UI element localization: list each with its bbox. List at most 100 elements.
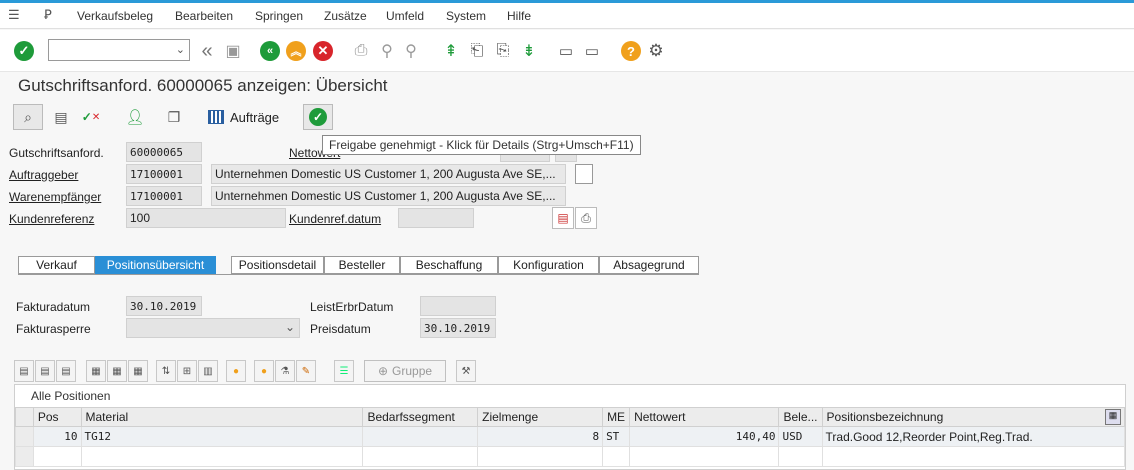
column-header-positionsbezeichnung[interactable]: Positionsbezeichnung bbox=[821, 407, 1126, 427]
auftraggeber-doc-icon[interactable] bbox=[575, 164, 593, 184]
column-header-zielmenge[interactable]: Zielmenge bbox=[477, 407, 604, 427]
column-header-bedarfssegment[interactable]: Bedarfssegment bbox=[362, 407, 479, 427]
sap-p-icon[interactable]: Ꝑ bbox=[44, 7, 52, 23]
gutschrift-field[interactable]: 60000065 bbox=[126, 142, 202, 162]
empty-cell[interactable] bbox=[362, 446, 479, 467]
menu-verkaufsbeleg[interactable]: Verkaufsbeleg bbox=[77, 9, 153, 23]
edit-icon[interactable]: ✎ bbox=[296, 360, 316, 382]
first-page-icon[interactable]: ⇞ bbox=[440, 40, 462, 62]
item-details-icon[interactable]: ▤ bbox=[14, 360, 34, 382]
column-header-pos[interactable]: Pos bbox=[32, 407, 82, 427]
tab-absagegrund[interactable]: Absagegrund bbox=[599, 256, 699, 274]
back-arrow-icon[interactable]: « bbox=[196, 40, 218, 62]
find-icon[interactable]: ⚲ bbox=[376, 40, 398, 62]
cell-beleg[interactable]: USD bbox=[778, 426, 823, 447]
column-header-material[interactable]: Material bbox=[80, 407, 364, 427]
tools-icon[interactable]: ⚒ bbox=[456, 360, 476, 382]
new-session-icon[interactable]: ▭ bbox=[555, 40, 577, 62]
tab-positionsdetail[interactable]: Positionsdetail bbox=[231, 256, 324, 274]
leisterbrdatum-field[interactable] bbox=[420, 296, 496, 316]
empty-cell[interactable] bbox=[629, 446, 780, 467]
select-block-icon[interactable]: ▦ bbox=[128, 360, 148, 382]
menu-hilfe[interactable]: Hilfe bbox=[507, 9, 531, 23]
auftraege-button[interactable]: Aufträge bbox=[208, 104, 298, 130]
empty-cell[interactable] bbox=[477, 446, 604, 467]
release-status-button[interactable]: ✓ bbox=[303, 104, 333, 130]
tab-beschaffung[interactable]: Beschaffung bbox=[400, 256, 498, 274]
settings-icon[interactable]: ⚙ bbox=[645, 40, 667, 62]
command-field[interactable]: ⌄ bbox=[48, 39, 190, 61]
select-all-icon[interactable]: ▦ bbox=[86, 360, 106, 382]
menu-icon[interactable]: ☰ bbox=[8, 7, 20, 23]
preisdatum-field[interactable]: 30.10.2019 bbox=[420, 318, 496, 338]
auftraggeber-field[interactable]: 17100001 bbox=[126, 164, 202, 184]
sort-icon[interactable]: ⇅ bbox=[156, 360, 176, 382]
cancel-icon[interactable]: ✕ bbox=[312, 40, 334, 62]
kundenrefdatum-field[interactable] bbox=[398, 208, 474, 228]
menu-umfeld[interactable]: Umfeld bbox=[386, 9, 424, 23]
table-settings-icon[interactable]: ▦ bbox=[1105, 409, 1121, 425]
empty-cell[interactable] bbox=[821, 446, 1126, 467]
cell-zielmenge[interactable]: 8 bbox=[477, 426, 604, 447]
delete-row-icon[interactable]: ▤ bbox=[56, 360, 76, 382]
find-next-icon[interactable]: ⚲ bbox=[400, 40, 422, 62]
insert-row-icon[interactable]: ▤ bbox=[35, 360, 55, 382]
pricing-icon[interactable]: ● bbox=[254, 360, 274, 382]
row-selector-header[interactable] bbox=[15, 407, 34, 427]
column-header-me[interactable]: ME bbox=[602, 407, 631, 427]
empty-cell[interactable] bbox=[778, 446, 823, 467]
print-preview-icon[interactable]: ⎙ bbox=[575, 207, 597, 229]
empty-cell[interactable] bbox=[80, 446, 364, 467]
fakturasperre-select[interactable]: ⌄ bbox=[126, 318, 300, 338]
cell-nettowert[interactable]: 140,40 bbox=[629, 426, 780, 447]
tab-besteller[interactable]: Besteller bbox=[324, 256, 400, 274]
check-item-button[interactable]: ✓ ✕ bbox=[80, 104, 102, 130]
tab-konfiguration[interactable]: Konfiguration bbox=[498, 256, 599, 274]
customer-po-icon[interactable]: ▤ bbox=[552, 207, 574, 229]
last-page-icon[interactable]: ⇟ bbox=[518, 40, 540, 62]
menu-zusaetze[interactable]: Zusätze bbox=[324, 9, 367, 23]
print-icon[interactable]: ⎙ bbox=[350, 40, 372, 62]
tab-positionsuebersicht[interactable]: Positionsübersicht bbox=[95, 256, 216, 275]
menu-springen[interactable]: Springen bbox=[255, 9, 303, 23]
chevron-down-icon[interactable]: ⌄ bbox=[176, 43, 185, 56]
availability-icon[interactable]: ● bbox=[226, 360, 246, 382]
document-header-button[interactable]: ▤ bbox=[50, 104, 72, 130]
cell-positionsbezeichnung[interactable]: Trad.Good 12,Reorder Point,Reg.Trad. bbox=[821, 426, 1126, 447]
documents-button[interactable]: ❐ bbox=[163, 104, 185, 130]
empty-cell[interactable] bbox=[32, 446, 82, 467]
shortcut-icon[interactable]: ▭ bbox=[581, 40, 603, 62]
column-header-beleg[interactable]: Bele... bbox=[778, 407, 823, 427]
menu-system[interactable]: System bbox=[446, 9, 486, 23]
exit-icon[interactable]: ︽ bbox=[285, 40, 307, 62]
column-header-nettowert[interactable]: Nettowert bbox=[629, 407, 780, 427]
table-row[interactable]: 10 TG12 8 ST 140,40 USD Trad.Good 12,Reo… bbox=[15, 426, 1126, 447]
cell-bedarfssegment[interactable] bbox=[362, 426, 479, 447]
menu-bearbeiten[interactable]: Bearbeiten bbox=[175, 9, 233, 23]
cell-me[interactable]: ST bbox=[602, 426, 631, 447]
row-selector[interactable] bbox=[15, 426, 34, 447]
chart-icon[interactable]: ▥ bbox=[198, 360, 218, 382]
empty-cell[interactable] bbox=[602, 446, 631, 467]
tab-verkauf[interactable]: Verkauf bbox=[18, 256, 95, 274]
next-page-icon[interactable]: ⎘ bbox=[492, 40, 514, 62]
cell-material[interactable]: TG12 bbox=[80, 426, 364, 447]
deselect-all-icon[interactable]: ▦ bbox=[107, 360, 127, 382]
display-doc-flow-button[interactable]: ⌕ bbox=[13, 104, 43, 130]
table-row[interactable] bbox=[15, 446, 1126, 467]
configuration-icon[interactable]: ☰ bbox=[334, 360, 354, 382]
row-selector[interactable] bbox=[15, 446, 34, 467]
fakturadatum-field[interactable]: 30.10.2019 bbox=[126, 296, 202, 316]
partner-button[interactable]: 👤︎ bbox=[124, 104, 146, 130]
cell-pos[interactable]: 10 bbox=[32, 426, 82, 447]
warenempfaenger-field[interactable]: 17100001 bbox=[126, 186, 202, 206]
enter-icon[interactable]: ✓ bbox=[13, 40, 35, 62]
hierarchy-icon[interactable]: ⊞ bbox=[177, 360, 197, 382]
save-icon[interactable]: ▣ bbox=[222, 40, 244, 62]
kundenreferenz-field[interactable]: 100 bbox=[126, 208, 286, 228]
back-icon[interactable]: « bbox=[259, 40, 281, 62]
chevron-down-icon[interactable]: ⌄ bbox=[285, 320, 295, 334]
help-icon[interactable]: ? bbox=[620, 40, 642, 62]
conditions-icon[interactable]: ⚗ bbox=[275, 360, 295, 382]
gruppe-button[interactable]: ⊕ Gruppe bbox=[364, 360, 446, 382]
